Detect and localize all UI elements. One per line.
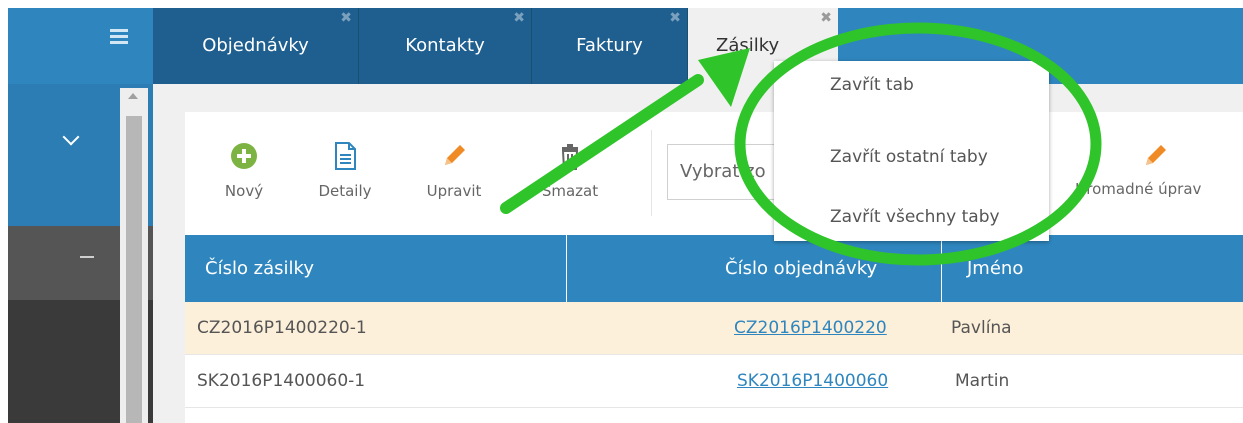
tab-invoices[interactable]: Faktury ✖ bbox=[532, 8, 688, 84]
order-link[interactable]: SK2016P1400060 bbox=[737, 355, 888, 407]
menu-toggle-button[interactable] bbox=[8, 8, 153, 84]
tab-bar: Objednávky ✖ Kontakty ✖ Faktury ✖ Zásilk… bbox=[153, 8, 1243, 84]
minus-icon bbox=[80, 256, 94, 258]
details-label: Detaily bbox=[318, 182, 372, 200]
tab-contacts[interactable]: Kontakty ✖ bbox=[359, 8, 532, 84]
tab-label: Faktury bbox=[576, 35, 643, 56]
close-icon[interactable]: ✖ bbox=[792, 11, 832, 25]
scroll-thumb[interactable] bbox=[126, 116, 142, 423]
tab-context-menu: Zavřít tab Zavřít ostatní taby Zavřít vš… bbox=[774, 61, 1049, 241]
edit-label: Upravit bbox=[426, 182, 482, 200]
bulk-edit-button[interactable]: Hromadné úprav bbox=[1055, 132, 1243, 212]
pencil-icon bbox=[1146, 145, 1166, 165]
app-frame: Objednávky ✖ Kontakty ✖ Faktury ✖ Zásilk… bbox=[8, 8, 1243, 423]
content-panel: Nový Detaily Upravit Smazat Vybrat zo Hr… bbox=[185, 112, 1243, 423]
pencil-icon bbox=[445, 145, 465, 165]
tab-label: Zásilky bbox=[716, 35, 780, 56]
toolbar: Nový Detaily Upravit Smazat Vybrat zo Hr… bbox=[185, 112, 1243, 232]
new-label: Nový bbox=[224, 182, 264, 200]
tab-label: Objednávky bbox=[202, 35, 309, 56]
shipments-table: Číslo zásilky Číslo objednávky Jméno CZ2… bbox=[185, 235, 1243, 408]
vertical-scrollbar[interactable] bbox=[120, 88, 148, 423]
tab-orders[interactable]: Objednávky ✖ bbox=[153, 8, 359, 84]
delete-label: Smazat bbox=[541, 182, 599, 200]
close-icon[interactable]: ✖ bbox=[513, 11, 525, 25]
tab-label: Kontakty bbox=[405, 35, 485, 56]
customer-name: Pavlína bbox=[951, 318, 1012, 338]
chevron-down-icon bbox=[62, 128, 80, 146]
bulk-edit-label: Hromadné úprav bbox=[1075, 180, 1202, 198]
order-link[interactable]: CZ2016P1400220 bbox=[734, 302, 887, 354]
table-row[interactable]: CZ2016P1400220-1 CZ2016P1400220 Pavlína bbox=[185, 302, 1243, 355]
shipment-number: SK2016P1400060-1 bbox=[197, 371, 366, 391]
selection-dropdown-text: Vybrat zo bbox=[680, 161, 766, 182]
delete-button[interactable]: Smazat bbox=[529, 132, 611, 212]
toolbar-divider bbox=[651, 130, 652, 216]
shipment-number: CZ2016P1400220-1 bbox=[197, 318, 367, 338]
table-row[interactable]: SK2016P1400060-1 SK2016P1400060 Martin bbox=[185, 355, 1243, 408]
plus-circle-icon bbox=[231, 143, 257, 169]
column-header-order[interactable]: Číslo objednávky bbox=[725, 235, 877, 302]
menu-item-close-tab[interactable]: Zavřít tab bbox=[774, 65, 1049, 105]
menu-item-close-all-tabs[interactable]: Zavřít všechny taby bbox=[774, 197, 1049, 237]
document-icon bbox=[335, 142, 356, 170]
new-button[interactable]: Nový bbox=[213, 132, 275, 212]
menu-item-close-other-tabs[interactable]: Zavřít ostatní taby bbox=[774, 137, 1049, 177]
column-header-name[interactable]: Jméno bbox=[967, 235, 1023, 302]
trash-icon bbox=[561, 144, 579, 170]
close-icon[interactable]: ✖ bbox=[340, 11, 352, 25]
column-header-shipment[interactable]: Číslo zásilky bbox=[205, 235, 314, 302]
customer-name: Martin bbox=[955, 371, 1010, 391]
details-button[interactable]: Detaily bbox=[313, 132, 377, 212]
table-header: Číslo zásilky Číslo objednávky Jméno bbox=[185, 235, 1243, 302]
edit-button[interactable]: Upravit bbox=[419, 132, 489, 212]
close-icon[interactable]: ✖ bbox=[669, 11, 681, 25]
scroll-up-icon[interactable] bbox=[128, 93, 138, 99]
hamburger-icon bbox=[110, 29, 128, 45]
